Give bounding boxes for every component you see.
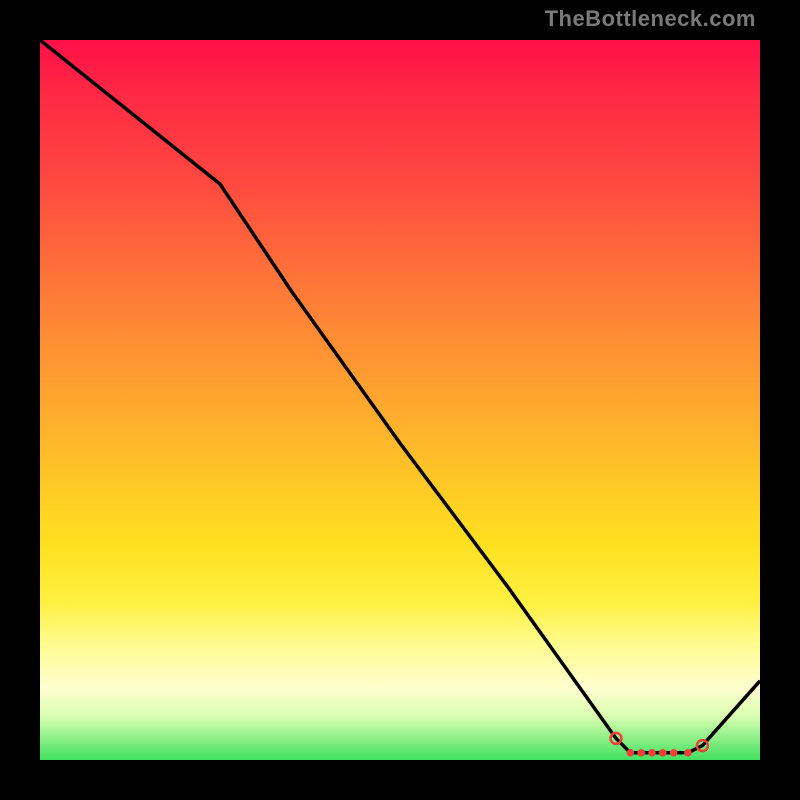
chart-svg <box>40 40 760 760</box>
marker-dot <box>637 749 645 757</box>
chart-frame: TheBottleneck.com <box>0 0 800 800</box>
plot-area <box>40 40 760 760</box>
optimal-range-markers <box>611 733 708 757</box>
marker-dot <box>627 749 635 757</box>
watermark-text: TheBottleneck.com <box>545 6 756 32</box>
bottleneck-curve <box>40 40 760 753</box>
marker-dot <box>684 749 692 757</box>
marker-dot <box>648 749 656 757</box>
marker-dot <box>659 749 667 757</box>
marker-dot <box>670 749 678 757</box>
